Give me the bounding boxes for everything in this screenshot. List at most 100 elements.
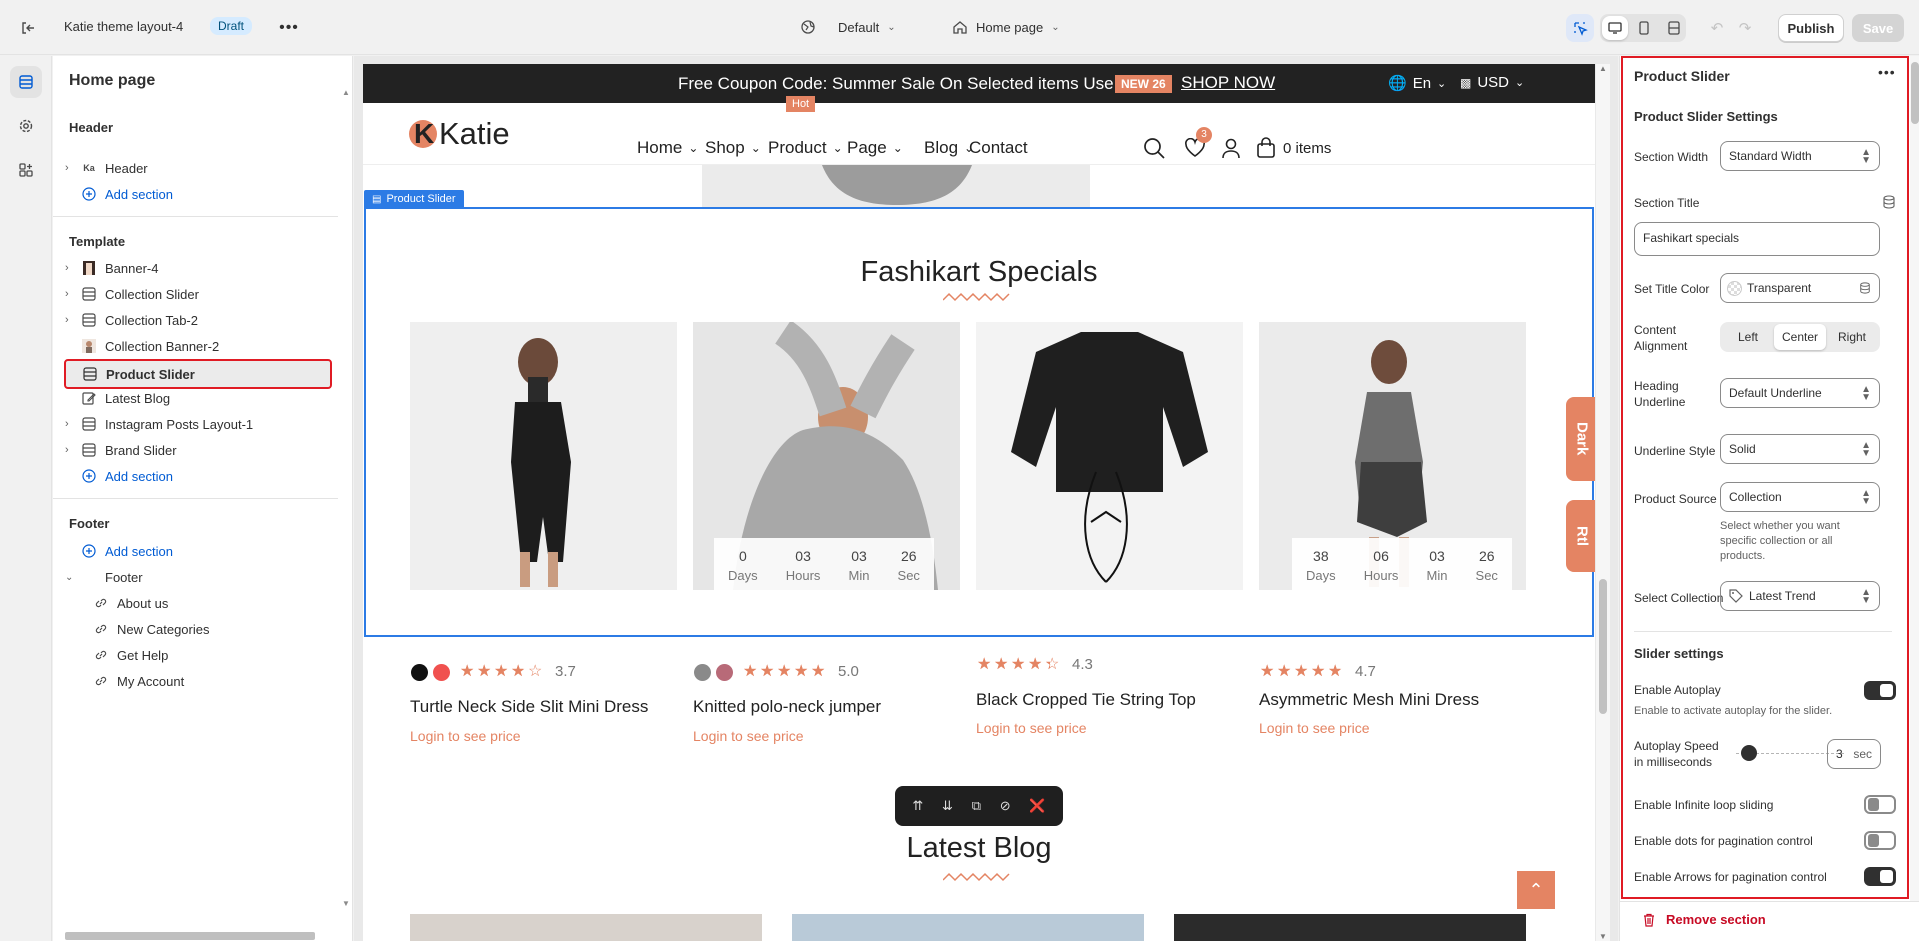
- sidebar-item-collection-slider[interactable]: › Collection Slider: [65, 281, 333, 307]
- loop-toggle[interactable]: [1864, 795, 1896, 814]
- desktop-icon[interactable]: [1602, 16, 1628, 40]
- gear-icon[interactable]: [10, 110, 42, 142]
- page-selector[interactable]: Home page ⌄: [952, 14, 1060, 40]
- chevron-right-icon[interactable]: ›: [65, 262, 79, 274]
- mobile-icon[interactable]: [1632, 16, 1656, 40]
- save-button[interactable]: Save: [1852, 14, 1904, 42]
- sidebar-item-banner[interactable]: › Banner-4: [65, 255, 333, 281]
- store-logo[interactable]: K Katie: [409, 117, 510, 151]
- autoplay-toggle[interactable]: [1864, 681, 1896, 700]
- dynamic-source-icon[interactable]: [1859, 282, 1871, 294]
- nav-home[interactable]: Home ⌄: [637, 138, 698, 158]
- nav-blog[interactable]: Blog ⌄: [924, 138, 974, 158]
- sidebar-item-collection-banner[interactable]: Collection Banner-2: [65, 333, 333, 359]
- shop-now-link[interactable]: SHOP NOW: [1181, 73, 1275, 93]
- preview-scrollbar[interactable]: ▲ ▼: [1596, 64, 1610, 941]
- dynamic-source-icon[interactable]: [1882, 195, 1896, 209]
- rtl-tab[interactable]: Rtl: [1566, 500, 1595, 572]
- section-width-select[interactable]: Standard Width ▲ ▼: [1720, 141, 1880, 171]
- settings-scrollbar[interactable]: [1910, 56, 1919, 901]
- chevron-right-icon[interactable]: ›: [65, 314, 79, 326]
- product-source-select[interactable]: Collection ▲ ▼: [1720, 482, 1880, 512]
- underline-style-select[interactable]: Solid ▲ ▼: [1720, 434, 1880, 464]
- section-title-input[interactable]: Fashikart specials: [1634, 222, 1880, 256]
- move-down-icon[interactable]: ⇊: [942, 798, 953, 814]
- back-to-top-icon[interactable]: ⌃: [1517, 871, 1555, 909]
- redo-icon[interactable]: ↷: [1734, 16, 1756, 40]
- align-center-option[interactable]: Center: [1774, 324, 1826, 350]
- more-icon[interactable]: •••: [276, 15, 302, 41]
- dots-toggle[interactable]: [1864, 831, 1896, 850]
- sidebar-item-about-us[interactable]: About us: [91, 590, 331, 616]
- exit-icon[interactable]: [16, 16, 40, 40]
- product-image[interactable]: [410, 322, 677, 590]
- currency-selector[interactable]: ▩ USD ⌄: [1460, 74, 1524, 91]
- undo-icon[interactable]: ↶: [1706, 16, 1728, 40]
- add-section-template[interactable]: Add section: [65, 463, 333, 489]
- cart-label[interactable]: 0 items: [1283, 140, 1331, 157]
- apps-icon[interactable]: [10, 154, 42, 186]
- color-swatch[interactable]: [411, 664, 428, 681]
- sidebar-item-instagram[interactable]: › Instagram Posts Layout-1: [65, 411, 333, 437]
- inspector-icon[interactable]: [1566, 14, 1594, 42]
- sidebar-scrollbar[interactable]: ▲ ▼: [341, 88, 351, 908]
- section-tag[interactable]: ▤ Product Slider: [364, 190, 464, 208]
- login-price-link[interactable]: Login to see price: [410, 728, 521, 744]
- chevron-right-icon[interactable]: ›: [65, 288, 79, 300]
- sidebar-item-get-help[interactable]: Get Help: [91, 642, 331, 668]
- sidebar-item-product-slider[interactable]: Product Slider: [64, 359, 332, 389]
- sidebar-item-latest-blog[interactable]: Latest Blog: [65, 385, 333, 411]
- speed-slider-thumb[interactable]: [1740, 745, 1757, 761]
- fullwidth-icon[interactable]: [1662, 16, 1686, 40]
- heading-underline-select[interactable]: Default Underline ▲ ▼: [1720, 378, 1880, 408]
- dark-mode-tab[interactable]: Dark: [1566, 397, 1595, 481]
- blog-image[interactable]: [1174, 914, 1526, 941]
- title-color-picker[interactable]: Transparent: [1720, 273, 1880, 303]
- login-price-link[interactable]: Login to see price: [1259, 720, 1370, 736]
- color-swatch[interactable]: [716, 664, 733, 681]
- chevron-right-icon[interactable]: ›: [65, 418, 79, 430]
- chevron-down-icon[interactable]: ⌄: [65, 572, 79, 583]
- product-title[interactable]: Knitted polo-neck jumper: [693, 697, 881, 717]
- cart-icon[interactable]: [1256, 137, 1276, 159]
- sidebar-item-brand-slider[interactable]: › Brand Slider: [65, 437, 333, 463]
- hide-icon[interactable]: ⊘: [1000, 798, 1011, 814]
- language-selector[interactable]: 🌐 En ⌄: [1388, 74, 1446, 93]
- delete-icon[interactable]: ❌: [1029, 798, 1045, 814]
- color-swatch[interactable]: [433, 664, 450, 681]
- chevron-right-icon[interactable]: ›: [65, 444, 79, 456]
- product-title[interactable]: Turtle Neck Side Slit Mini Dress: [410, 697, 648, 717]
- nav-product[interactable]: Product ⌄: [768, 138, 843, 158]
- search-icon[interactable]: [1143, 137, 1165, 159]
- product-title[interactable]: Black Cropped Tie String Top: [976, 690, 1196, 710]
- color-swatch[interactable]: [694, 664, 711, 681]
- sidebar-item-my-account[interactable]: My Account: [91, 668, 331, 694]
- arrows-toggle[interactable]: [1864, 867, 1896, 886]
- add-section-footer[interactable]: Add section: [65, 538, 333, 564]
- account-icon[interactable]: [1221, 137, 1241, 159]
- add-section-header[interactable]: Add section: [65, 181, 333, 207]
- select-collection-picker[interactable]: Latest Trend ▲ ▼: [1720, 581, 1880, 611]
- sidebar-item-footer[interactable]: ⌄ Footer: [65, 564, 333, 590]
- blog-image[interactable]: [410, 914, 762, 941]
- duplicate-icon[interactable]: ⧉: [972, 798, 981, 814]
- blog-image[interactable]: [792, 914, 1144, 941]
- sections-icon[interactable]: [10, 66, 42, 98]
- nav-shop[interactable]: Shop ⌄: [705, 138, 761, 158]
- nav-contact[interactable]: Contact: [969, 138, 1028, 158]
- view-selector[interactable]: Default ⌄: [800, 14, 896, 40]
- sidebar-item-new-categories[interactable]: New Categories: [91, 616, 331, 642]
- chevron-right-icon[interactable]: ›: [65, 162, 79, 174]
- remove-section-button[interactable]: Remove section: [1642, 912, 1766, 927]
- login-price-link[interactable]: Login to see price: [976, 720, 1087, 736]
- align-left-option[interactable]: Left: [1722, 330, 1774, 344]
- move-up-icon[interactable]: ⇈: [912, 798, 923, 814]
- align-right-option[interactable]: Right: [1826, 330, 1878, 344]
- nav-page[interactable]: Page ⌄: [847, 138, 903, 158]
- sidebar-hscrollbar[interactable]: [57, 930, 329, 940]
- login-price-link[interactable]: Login to see price: [693, 728, 804, 744]
- publish-button[interactable]: Publish: [1778, 14, 1844, 42]
- sidebar-item-header[interactable]: › Ka Header: [65, 155, 333, 181]
- speed-input[interactable]: 3 sec: [1827, 739, 1881, 769]
- sidebar-item-collection-tab[interactable]: › Collection Tab-2: [65, 307, 333, 333]
